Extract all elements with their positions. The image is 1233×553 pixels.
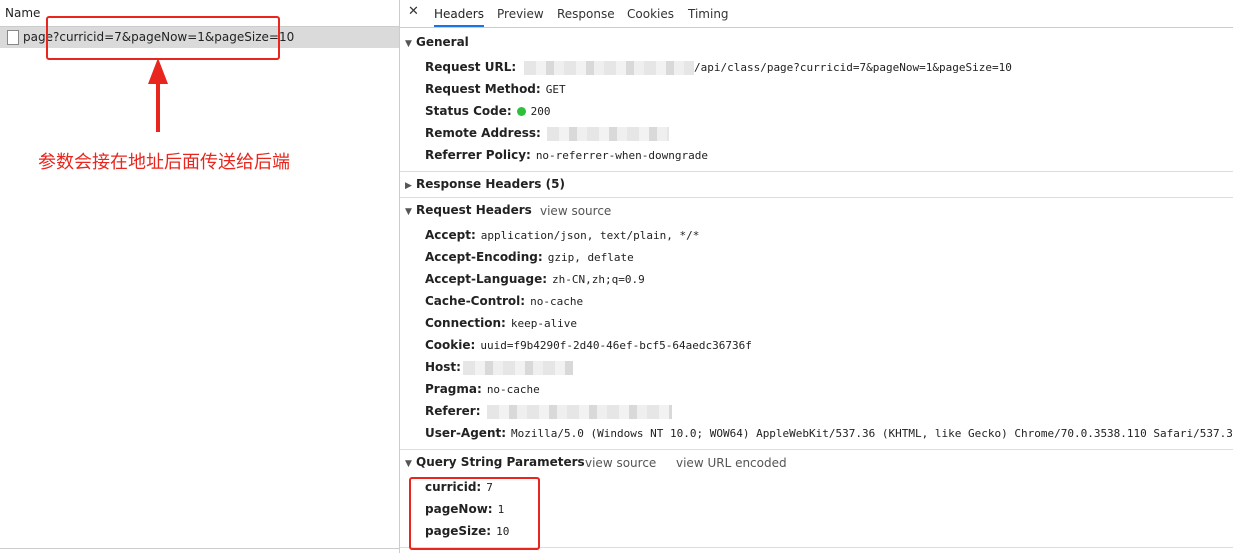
general-title: General <box>416 35 469 49</box>
header-value: Mozilla/5.0 (Windows NT 10.0; WOW64) App… <box>511 427 1233 440</box>
header-row: Referer: <box>425 404 672 419</box>
divider <box>400 197 1233 198</box>
header-key: Pragma: <box>425 382 482 396</box>
status-code-value: 200 <box>530 105 551 118</box>
header-key: Cookie: <box>425 338 476 352</box>
referrer-policy-row: Referrer Policy: no-referrer-when-downgra… <box>425 148 708 162</box>
triangle-down-icon: ▼ <box>405 39 412 49</box>
header-key: Connection: <box>425 316 506 330</box>
request-details-panel: ✕ Headers Preview Response Cookies Timin… <box>400 0 1233 553</box>
header-row: Connection: keep-alive <box>425 316 577 330</box>
tab-timing[interactable]: Timing <box>688 0 729 27</box>
header-key: Accept-Language: <box>425 272 548 286</box>
file-icon <box>7 30 19 45</box>
request-url-row: Request URL: /api/class/page?curricid=7&… <box>425 60 1012 75</box>
remote-address-row: Remote Address: <box>425 126 669 141</box>
query-view-url-encoded-link[interactable]: view URL encoded <box>676 456 787 470</box>
request-url-value: /api/class/page?curricid=7&pageNow=1&pag… <box>693 61 1012 74</box>
annotation-text: 参数会接在地址后面传送给后端 <box>38 152 290 173</box>
network-request-list: Name page?curricid=7&pageNow=1&pageSize=… <box>0 0 400 553</box>
general-section-header[interactable]: ▼ General <box>405 35 469 49</box>
redacted-host <box>523 60 694 75</box>
request-method-value: GET <box>545 83 566 96</box>
header-row: Pragma: no-cache <box>425 382 540 396</box>
header-row: Accept: application/json, text/plain, */* <box>425 228 699 242</box>
header-value: uuid=f9b4290f-2d40-46ef-bcf5-64aedc36736… <box>480 339 752 352</box>
header-row: Host: <box>425 360 573 375</box>
header-key: Accept-Encoding: <box>425 250 543 264</box>
header-value: zh-CN,zh;q=0.9 <box>552 273 645 286</box>
redacted-referer-value <box>486 404 672 419</box>
redacted-remote-address <box>546 126 669 141</box>
request-method-row: Request Method: GET <box>425 82 566 96</box>
triangle-down-icon: ▼ <box>405 207 412 217</box>
request-headers-section-header[interactable]: ▼ Request Headers <box>405 203 532 217</box>
remote-address-label: Remote Address: <box>425 126 541 140</box>
response-headers-title: Response Headers (5) <box>416 177 565 191</box>
triangle-right-icon: ▶ <box>405 181 412 191</box>
triangle-down-icon: ▼ <box>405 459 412 469</box>
request-highlight-box <box>46 16 280 60</box>
query-view-source-link[interactable]: view source <box>585 456 656 470</box>
details-tabbar: ✕ Headers Preview Response Cookies Timin… <box>400 0 1233 28</box>
response-headers-section-header[interactable]: ▶ Response Headers (5) <box>405 177 565 191</box>
query-string-section-header[interactable]: ▼ Query String Parameters <box>405 455 585 469</box>
request-headers-view-source-link[interactable]: view source <box>540 204 611 218</box>
referrer-policy-value: no-referrer-when-downgrade <box>535 149 708 162</box>
header-key: Cache-Control: <box>425 294 526 308</box>
header-value: no-cache <box>486 383 540 396</box>
header-row: Accept-Encoding: gzip, deflate <box>425 250 634 264</box>
header-key: Accept: <box>425 228 476 242</box>
header-key: Referer: <box>425 404 481 418</box>
divider <box>400 171 1233 172</box>
header-value: keep-alive <box>510 317 578 330</box>
divider <box>0 548 399 549</box>
request-headers-title: Request Headers <box>416 203 532 217</box>
status-ok-icon <box>516 107 526 116</box>
header-row: Cache-Control: no-cache <box>425 294 583 308</box>
query-string-title: Query String Parameters <box>416 455 585 469</box>
status-code-label: Status Code: <box>425 104 512 118</box>
header-value: application/json, text/plain, */* <box>480 229 700 242</box>
redacted-host-value <box>462 360 573 375</box>
request-url-label: Request URL: <box>425 60 517 74</box>
close-icon[interactable]: ✕ <box>408 4 419 19</box>
header-row: Accept-Language: zh-CN,zh;q=0.9 <box>425 272 645 286</box>
status-code-row: Status Code: 200 <box>425 104 551 118</box>
tab-cookies[interactable]: Cookies <box>627 0 674 27</box>
tab-headers[interactable]: Headers <box>434 0 484 27</box>
tab-response[interactable]: Response <box>557 0 615 27</box>
header-key: Host: <box>425 360 461 374</box>
request-method-label: Request Method: <box>425 82 541 96</box>
up-arrow-icon <box>148 58 168 132</box>
query-params-highlight-box <box>409 477 540 550</box>
header-value: gzip, deflate <box>547 251 634 264</box>
header-key: User-Agent: <box>425 426 507 440</box>
header-row: Cookie: uuid=f9b4290f-2d40-46ef-bcf5-64ae… <box>425 338 752 352</box>
divider <box>400 449 1233 450</box>
header-row: User-Agent: Mozilla/5.0 (Windows NT 10.0;… <box>425 426 1233 440</box>
referrer-policy-label: Referrer Policy: <box>425 148 531 162</box>
header-value: no-cache <box>530 295 584 308</box>
tab-preview[interactable]: Preview <box>497 0 544 27</box>
